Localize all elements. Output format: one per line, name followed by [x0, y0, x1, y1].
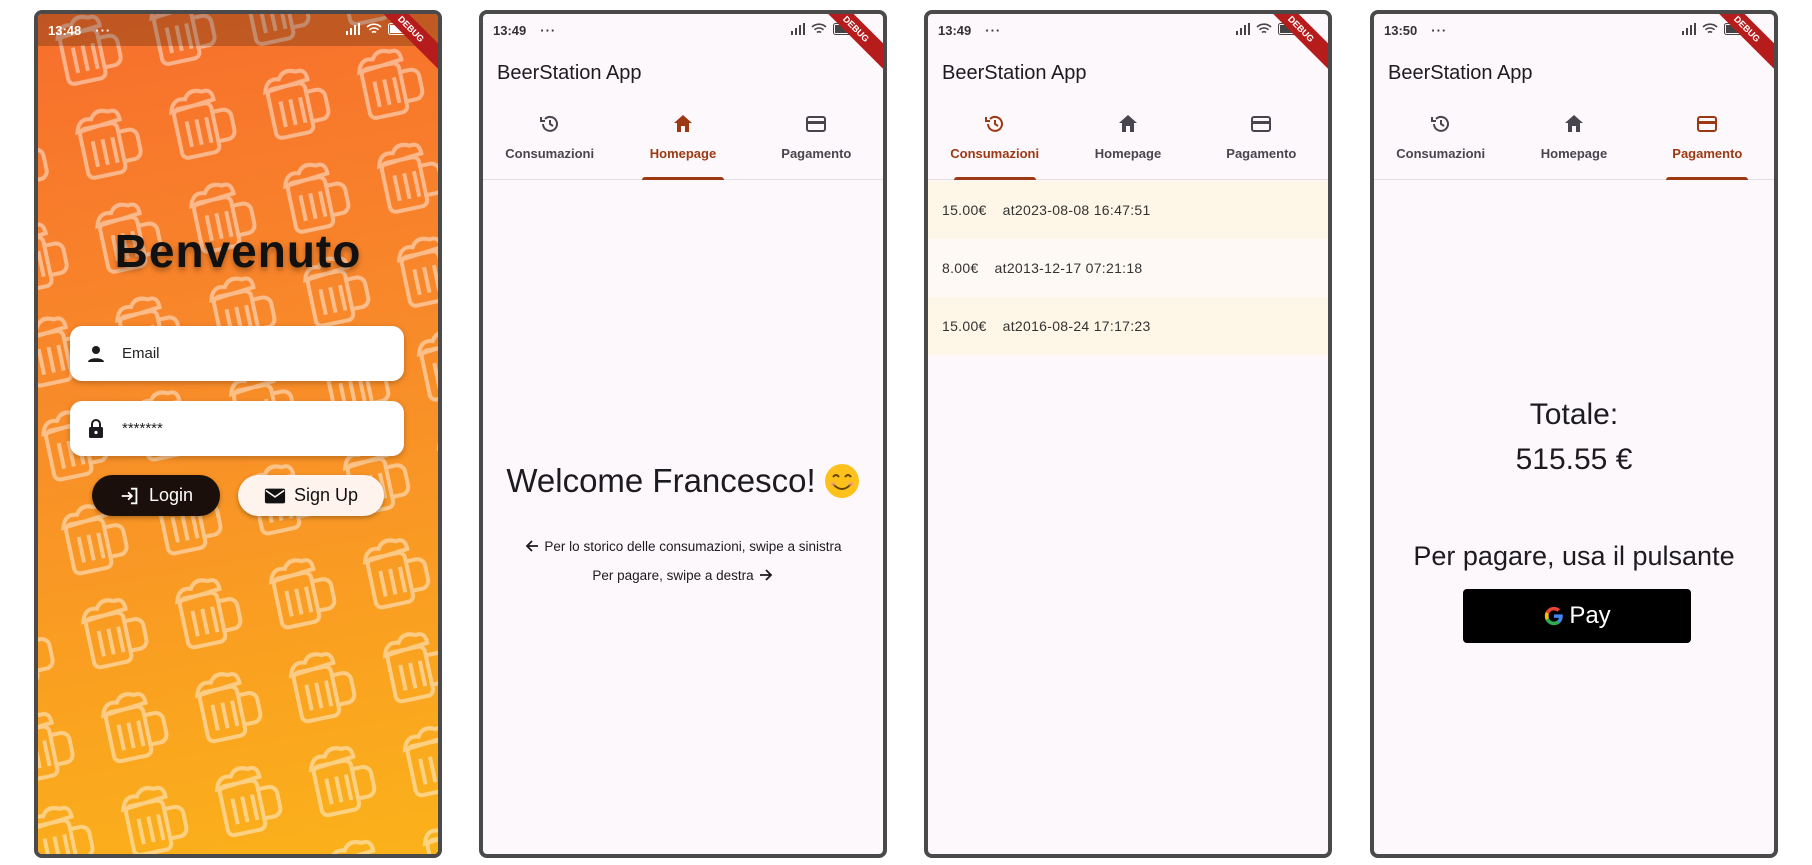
home-icon	[673, 115, 692, 132]
item-timestamp: at2016-08-24 17:17:23	[1002, 318, 1151, 334]
total-label: Totale:	[1529, 398, 1619, 431]
tab-homepage[interactable]: Homepage	[1507, 104, 1640, 179]
item-timestamp: at2013-12-17 07:21:18	[994, 260, 1143, 276]
swipe-right-hint: Per pagare, swipe a destra	[483, 567, 883, 583]
tab-pagamento[interactable]: Pagamento	[1195, 104, 1328, 179]
signal-icon	[791, 23, 805, 35]
item-amount: 15.00€	[942, 202, 987, 218]
email-placeholder: Email	[122, 345, 160, 362]
login-icon	[121, 487, 138, 504]
history-screen: 13:49 ··· DEBUG BeerStation App Consumaz…	[924, 10, 1332, 858]
home-icon	[1118, 115, 1137, 132]
tab-label: Homepage	[1540, 146, 1608, 161]
wifi-icon	[366, 23, 382, 34]
tab-pagamento[interactable]: Pagamento	[750, 104, 883, 179]
history-icon	[1430, 115, 1449, 132]
login-screen: 13:48 ··· DEBUG Benvenuto Email ******* …	[34, 10, 442, 858]
arrow-left-icon	[526, 540, 539, 552]
smiley-icon	[824, 464, 859, 498]
login-button[interactable]: Login	[92, 475, 220, 516]
tab-pagamento[interactable]: Pagamento	[1641, 104, 1774, 179]
wifi-icon	[811, 23, 827, 34]
list-item[interactable]: 15.00€ at2023-08-08 16:47:51	[928, 181, 1328, 239]
tab-bar: Consumazioni Homepage Pagamento	[483, 104, 883, 180]
tab-bar: Consumazioni Homepage Pagamento	[1374, 104, 1774, 180]
tab-label: Pagamento	[781, 146, 852, 161]
mail-icon	[264, 488, 286, 503]
welcome-text: Welcome Francesco!	[506, 462, 816, 499]
status-dots: ···	[1431, 22, 1448, 38]
list-item[interactable]: 15.00€ at2016-08-24 17:17:23	[928, 297, 1328, 355]
lock-icon	[89, 418, 103, 438]
home-icon	[1564, 115, 1583, 132]
app-title: BeerStation App	[497, 62, 642, 84]
gpay-label: Pay	[1569, 602, 1611, 629]
total-block: Totale: 515.55 €	[1374, 392, 1774, 482]
signup-button[interactable]: Sign Up	[238, 475, 384, 516]
person-icon	[88, 345, 104, 362]
item-timestamp: at2023-08-08 16:47:51	[1002, 202, 1151, 218]
tab-consumazioni[interactable]: Consumazioni	[1374, 104, 1507, 179]
email-field[interactable]: Email	[70, 326, 404, 381]
total-value: 515.55 €	[1515, 443, 1633, 476]
app-title: BeerStation App	[1388, 62, 1533, 84]
payment-screen: 13:50 ··· DEBUG BeerStation App Consumaz…	[1370, 10, 1778, 858]
status-bar: 13:49 ···	[928, 14, 1328, 46]
password-field[interactable]: *******	[70, 401, 404, 456]
tab-homepage[interactable]: Homepage	[1061, 104, 1194, 179]
credit-card-icon	[1697, 116, 1718, 132]
pay-instruction: Per pagare, usa il pulsante	[1413, 541, 1735, 571]
signup-label: Sign Up	[293, 485, 359, 505]
tab-label: Consumazioni	[950, 146, 1040, 161]
swipe-left-text: Per lo storico delle consumazioni, swipe…	[544, 538, 842, 554]
password-value: *******	[122, 420, 163, 437]
history-icon	[539, 115, 558, 132]
welcome-title: Benvenuto	[114, 225, 362, 277]
item-amount: 15.00€	[942, 318, 987, 334]
tab-label: Consumazioni	[1396, 146, 1486, 161]
status-dots: ···	[985, 22, 1002, 38]
welcome-message: Welcome Francesco!	[483, 462, 883, 500]
list-item[interactable]: 8.00€ at2013-12-17 07:21:18	[928, 239, 1328, 297]
google-g-icon	[1545, 606, 1564, 626]
status-time: 13:50	[1384, 22, 1418, 38]
tab-label: Homepage	[649, 146, 717, 161]
credit-card-icon	[806, 116, 827, 132]
google-pay-button[interactable]: Pay	[1463, 589, 1691, 643]
status-time: 13:49	[938, 22, 972, 38]
tab-label: Pagamento	[1672, 146, 1743, 161]
swipe-left-hint: Per lo storico delle consumazioni, swipe…	[483, 538, 883, 554]
tab-bar: Consumazioni Homepage Pagamento	[928, 104, 1328, 180]
status-time: 13:49	[493, 22, 527, 38]
signal-icon	[1682, 23, 1696, 35]
item-amount: 8.00€	[942, 260, 979, 276]
tab-label: Homepage	[1094, 146, 1162, 161]
wifi-icon	[1256, 23, 1272, 34]
status-bar: 13:49 ···	[483, 14, 883, 46]
tab-consumazioni[interactable]: Consumazioni	[928, 104, 1061, 179]
status-time: 13:48	[48, 22, 82, 38]
tab-consumazioni[interactable]: Consumazioni	[483, 104, 616, 179]
status-dots: ···	[540, 22, 557, 38]
home-screen: 13:49 ··· DEBUG BeerStation App Consumaz…	[479, 10, 887, 858]
status-dots: ···	[95, 22, 112, 38]
credit-card-icon	[1251, 116, 1272, 132]
tab-label: Consumazioni	[505, 146, 595, 161]
signal-icon	[1236, 23, 1250, 35]
signal-icon	[346, 23, 360, 35]
app-title: BeerStation App	[942, 62, 1087, 84]
tab-label: Pagamento	[1226, 146, 1297, 161]
tab-homepage[interactable]: Homepage	[616, 104, 749, 179]
history-icon	[984, 115, 1003, 132]
status-bar: 13:50 ···	[1374, 14, 1774, 46]
login-label: Login	[148, 485, 194, 505]
history-list: 15.00€ at2023-08-08 16:47:51 8.00€ at201…	[928, 181, 1328, 355]
status-bar: 13:48 ···	[38, 14, 438, 46]
swipe-right-text: Per pagare, swipe a destra	[592, 567, 754, 583]
wifi-icon	[1702, 23, 1718, 34]
arrow-right-icon	[759, 569, 772, 581]
